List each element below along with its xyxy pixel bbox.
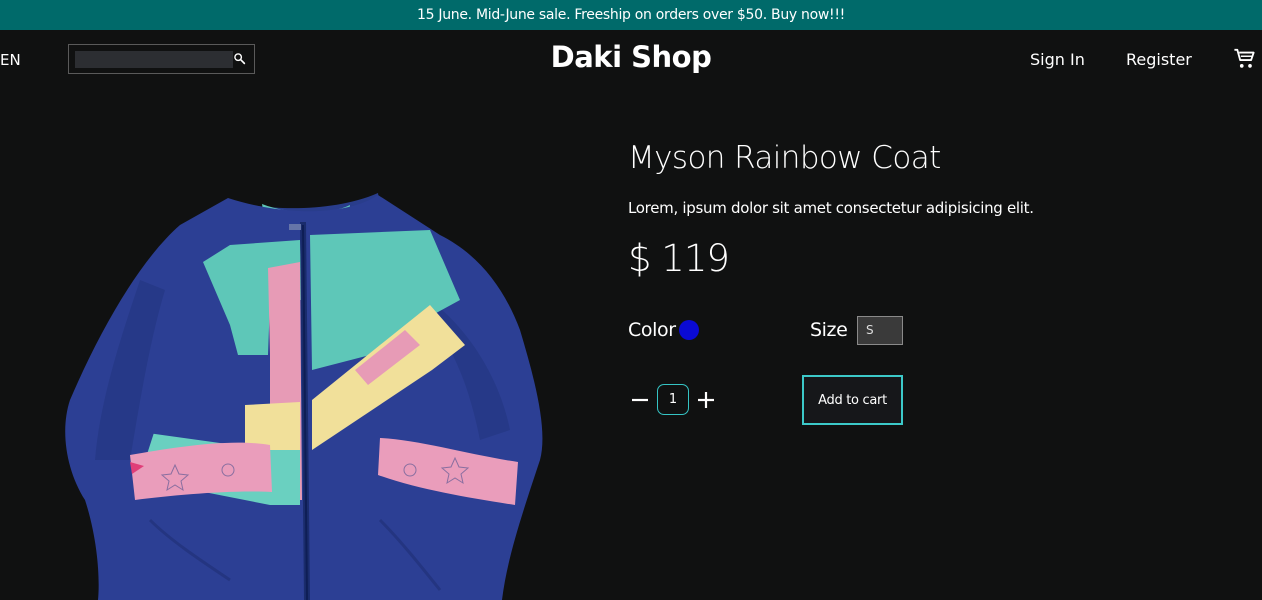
register-link[interactable]: Register (1126, 50, 1192, 69)
cart-icon[interactable] (1233, 48, 1256, 70)
color-label: Color (628, 319, 676, 341)
language-selector[interactable]: EN (0, 51, 21, 69)
search-icon[interactable] (233, 52, 246, 65)
product-description: Lorem, ipsum dolor sit amet consectetur … (628, 199, 1034, 217)
size-label: Size (810, 319, 848, 341)
color-swatch[interactable] (679, 320, 699, 340)
product-image (65, 193, 543, 600)
size-select[interactable]: S (857, 316, 903, 345)
product-price: $ 119 (628, 237, 730, 280)
increase-quantity-button[interactable] (695, 389, 717, 411)
decrease-quantity-button[interactable] (629, 389, 651, 411)
announcement-text: 15 June. Mid-June sale. Freeship on orde… (417, 7, 845, 23)
search-input[interactable] (75, 51, 233, 68)
quantity-field[interactable]: 1 (657, 384, 689, 415)
add-to-cart-button[interactable]: Add to cart (802, 375, 903, 425)
search-box (68, 44, 255, 74)
sign-in-link[interactable]: Sign In (1030, 50, 1085, 69)
product-title: Myson Rainbow Coat (628, 140, 941, 176)
shop-logo[interactable]: Daki Shop (551, 40, 712, 74)
announcement-bar: 15 June. Mid-June sale. Freeship on orde… (0, 0, 1262, 30)
